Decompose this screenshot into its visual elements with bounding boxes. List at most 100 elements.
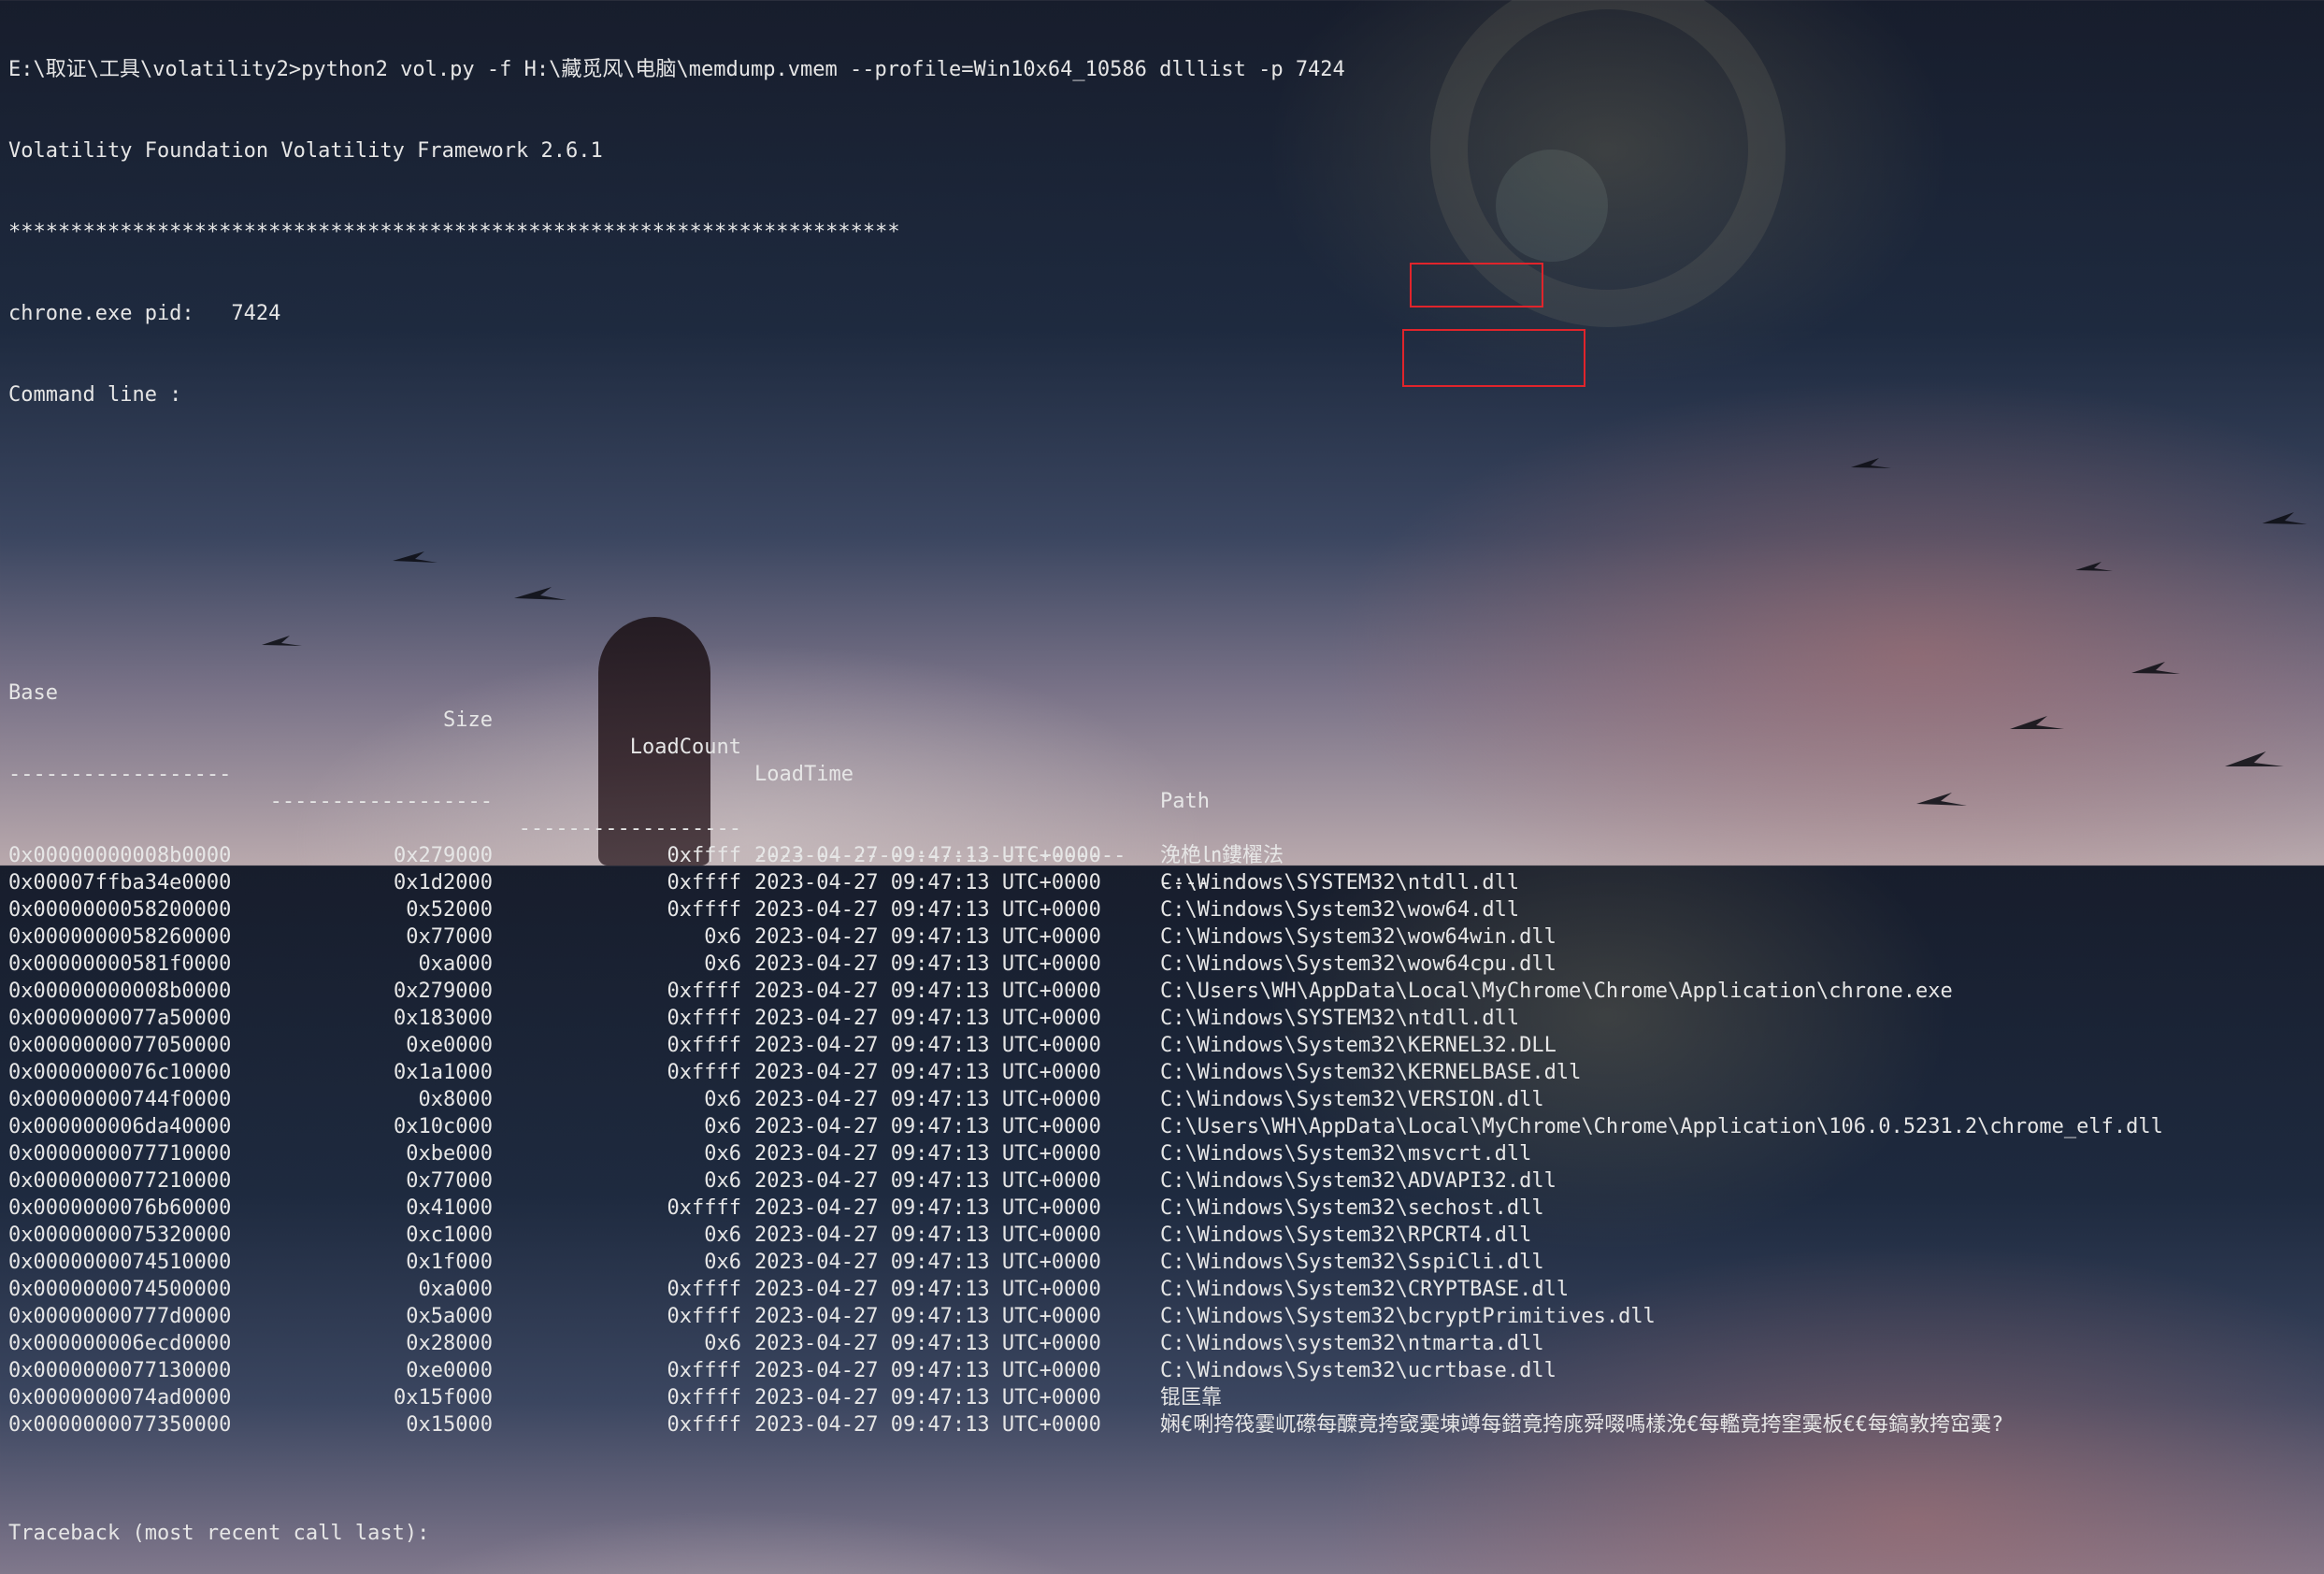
cell-loadtime: 2023-04-27 09:47:13 UTC+0000: [754, 1386, 1101, 1409]
cell-path: 娴€唎挎筏霎屼礤每醾竟挎窢霙埬竴每鍣竟挎庣舜啜嗎樣浼€每轞竟挎窐霙板€€每鎬敦挎…: [1160, 1413, 2004, 1437]
table-row: 0x000000006ecd0000 0x28000 0x6 2023-04-27 0…: [8, 1330, 2324, 1357]
cell-loadcount: 0x6: [704, 1251, 741, 1274]
cell-path: C:\Windows\SYSTEM32\ntdll.dll: [1160, 1007, 1520, 1030]
header-path: Path: [1160, 790, 1210, 813]
table-header-dashes: ------------------ ------------------ --…: [8, 734, 2324, 894]
table-row: 0x0000000077350000 0x15000 0xffff 2023-04-2…: [8, 1411, 2324, 1438]
cell-loadcount: 0xffff: [667, 1359, 741, 1382]
terminal-output[interactable]: E:\取证\工具\volatility2>python2 vol.py -f H…: [8, 2, 2324, 1545]
header-base: Base: [8, 681, 58, 705]
table-row: 0x0000000058200000 0x52000 0xffff 2023-04-2…: [8, 896, 2324, 923]
cell-loadtime: 2023-04-27 09:47:13 UTC+0000: [754, 925, 1101, 949]
cell-loadtime: 2023-04-27 09:47:13 UTC+0000: [754, 1169, 1101, 1193]
cell-path: 锟匡靠: [1160, 1386, 1223, 1409]
table-row: 0x0000000074500000 0xa000 0xffff 2023-04-27…: [8, 1276, 2324, 1303]
cell-loadcount: 0xffff: [667, 1305, 741, 1328]
table-row: 0x0000000074ad0000 0x15f000 0xffff 2023-04-…: [8, 1384, 2324, 1411]
table-row: 0x0000000076c10000 0x1a1000 0xffff 2023-04-…: [8, 1059, 2324, 1086]
cell-path: C:\Users\WH\AppData\Local\MyChrome\Chrom…: [1160, 980, 1953, 1003]
cell-loadcount: 0xffff: [667, 1386, 741, 1409]
table-row: 0x00000000581f0000 0xa000 0x6 2023-04-27 09…: [8, 951, 2324, 978]
cell-path: C:\Windows\System32\sechost.dll: [1160, 1196, 1544, 1220]
cell-loadtime: 2023-04-27 09:47:13 UTC+0000: [754, 980, 1101, 1003]
pid-line: chrone.exe pid: 7424: [8, 302, 281, 325]
cell-loadtime: 2023-04-27 09:47:13 UTC+0000: [754, 1305, 1101, 1328]
cell-path: C:\Windows\System32\bcryptPrimitives.dll: [1160, 1305, 1656, 1328]
command-line: E:\取证\工具\volatility2>python2 vol.py -f H…: [8, 58, 1345, 81]
cell-loadcount: 0x6: [704, 1332, 741, 1355]
cell-loadcount: 0x6: [704, 1088, 741, 1111]
table-row: 0x0000000077210000 0x77000 0x6 2023-04-27 0…: [8, 1167, 2324, 1195]
table-row: 0x00000000744f0000 0x8000 0x6 2023-04-27 09…: [8, 1086, 2324, 1113]
cell-path: C:\Users\WH\AppData\Local\MyChrome\Chrom…: [1160, 1115, 2163, 1138]
dashes-loadcount: ------------------: [518, 817, 741, 840]
cell-path: C:\Windows\System32\wow64cpu.dll: [1160, 952, 1557, 976]
cell-loadcount: 0x6: [704, 1142, 741, 1166]
separator-line: ****************************************…: [8, 221, 900, 244]
traceback-line: Traceback (most recent call last):: [8, 1522, 430, 1545]
cell-loadcount: 0x6: [704, 1115, 741, 1138]
cell-loadcount: 0xffff: [667, 1196, 741, 1220]
table-row: 0x00007ffba34e0000 0x1d2000 0xffff 2023-04-…: [8, 869, 2324, 896]
cmdline-line: Command line :: [8, 383, 182, 407]
header-size: Size: [443, 708, 493, 732]
cell-loadtime: 2023-04-27 09:47:13 UTC+0000: [754, 1413, 1101, 1437]
cell-loadcount: 0x6: [704, 1169, 741, 1193]
cell-loadcount: 0xffff: [667, 898, 741, 922]
cell-path: C:\Windows\System32\KERNELBASE.dll: [1160, 1061, 1582, 1084]
table-row: 0x0000000074510000 0x1f000 0x6 2023-04-27 0…: [8, 1249, 2324, 1276]
cell-path: C:\Windows\system32\ntmarta.dll: [1160, 1332, 1544, 1355]
table-row: 0x0000000058260000 0x77000 0x6 2023-04-27 0…: [8, 923, 2324, 951]
cell-loadcount: 0xffff: [667, 1007, 741, 1030]
table-row: 0x00000000777d0000 0x5a000 0xffff 2023-04-2…: [8, 1303, 2324, 1330]
cell-loadtime: 2023-04-27 09:47:13 UTC+0000: [754, 1061, 1101, 1084]
cell-loadcount: 0xffff: [667, 1278, 741, 1301]
cell-path: C:\Windows\System32\RPCRT4.dll: [1160, 1223, 1532, 1247]
cell-loadcount: 0xffff: [667, 871, 741, 894]
cell-loadcount: 0xffff: [667, 980, 741, 1003]
cell-loadcount: 0x6: [704, 925, 741, 949]
table-row: 0x00000000008b0000 0x279000 0xffff 2023-04-…: [8, 978, 2324, 1005]
dashes-size: ------------------: [269, 790, 493, 813]
cell-loadcount: 0xffff: [667, 1061, 741, 1084]
cell-path: C:\Windows\System32\msvcrt.dll: [1160, 1142, 1532, 1166]
cell-loadtime: 2023-04-27 09:47:13 UTC+0000: [754, 1142, 1101, 1166]
table-row: 0x0000000076b60000 0x41000 0xffff 2023-04-2…: [8, 1195, 2324, 1222]
table-row: 0x0000000077130000 0xe0000 0xffff 2023-04-2…: [8, 1357, 2324, 1384]
highlight-box-wow64: [1402, 329, 1585, 387]
cell-path: C:\Windows\SYSTEM32\ntdll.dll: [1160, 871, 1520, 894]
cell-path: C:\Windows\System32\wow64.dll: [1160, 898, 1520, 922]
cell-loadtime: 2023-04-27 09:47:13 UTC+0000: [754, 952, 1101, 976]
cell-loadtime: 2023-04-27 09:47:13 UTC+0000: [754, 1223, 1101, 1247]
cell-path: C:\Windows\System32\ucrtbase.dll: [1160, 1359, 1557, 1382]
cell-loadtime: 2023-04-27 09:47:13 UTC+0000: [754, 1115, 1101, 1138]
table-header: Base Size LoadCount LoadTime Path: [8, 652, 2324, 813]
cell-loadtime: 2023-04-27 09:47:13 UTC+0000: [754, 1088, 1101, 1111]
cell-path: C:\Windows\System32\ADVAPI32.dll: [1160, 1169, 1557, 1193]
cell-path: C:\Windows\System32\KERNEL32.DLL: [1160, 1034, 1557, 1057]
header-loadtime: LoadTime: [754, 763, 854, 786]
cell-loadtime: 2023-04-27 09:47:13 UTC+0000: [754, 871, 1101, 894]
cell-loadtime: 2023-04-27 09:47:13 UTC+0000: [754, 1332, 1101, 1355]
cell-loadtime: 2023-04-27 09:47:13 UTC+0000: [754, 1196, 1101, 1220]
table-row: 0x0000000077a50000 0x183000 0xffff 2023-04-…: [8, 1005, 2324, 1032]
dll-table-body: 0x00000000008b0000 0x279000 0xffff 2023-04-…: [8, 842, 2324, 1438]
highlight-box-ntdll: [1410, 263, 1543, 308]
cell-loadtime: 2023-04-27 09:47:13 UTC+0000: [754, 1359, 1101, 1382]
table-row: 0x0000000077710000 0xbe000 0x6 2023-04-27 0…: [8, 1140, 2324, 1167]
cell-loadtime: 2023-04-27 09:47:13 UTC+0000: [754, 1007, 1101, 1030]
table-row: 0x0000000077050000 0xe0000 0xffff 2023-04-2…: [8, 1032, 2324, 1059]
cell-loadcount: 0xffff: [667, 1413, 741, 1437]
cell-loadtime: 2023-04-27 09:47:13 UTC+0000: [754, 1278, 1101, 1301]
cell-path: C:\Windows\System32\VERSION.dll: [1160, 1088, 1544, 1111]
cell-loadtime: 2023-04-27 09:47:13 UTC+0000: [754, 1251, 1101, 1274]
table-row: 0x000000006da40000 0x10c000 0x6 2023-04-27 …: [8, 1113, 2324, 1140]
cell-loadcount: 0xffff: [667, 1034, 741, 1057]
cell-loadcount: 0x6: [704, 952, 741, 976]
cell-loadcount: 0x6: [704, 1223, 741, 1247]
cell-loadtime: 2023-04-27 09:47:13 UTC+0000: [754, 898, 1101, 922]
dashes-base: ------------------: [8, 763, 232, 786]
cell-path: C:\Windows\System32\wow64win.dll: [1160, 925, 1557, 949]
